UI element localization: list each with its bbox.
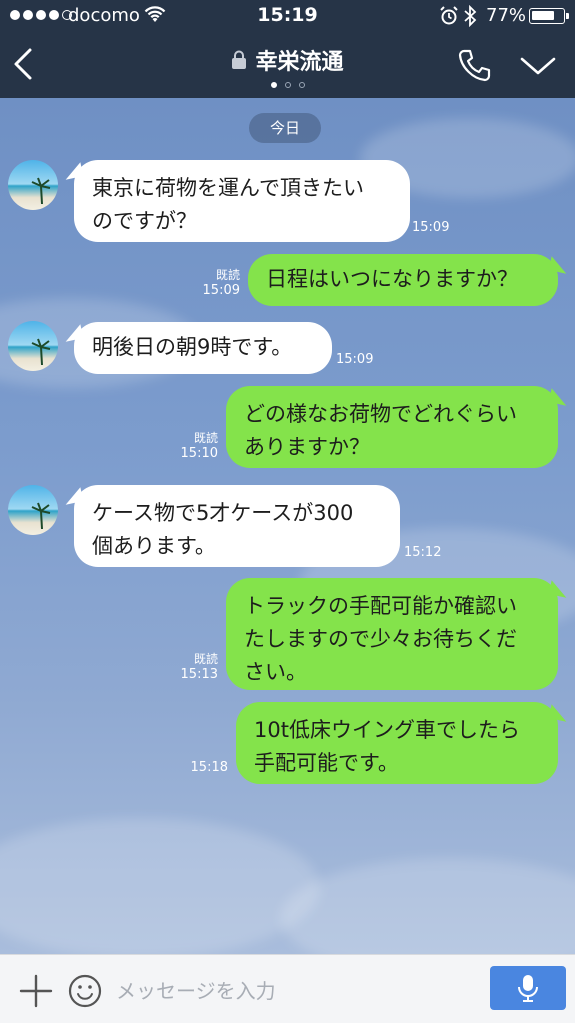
message-bubble-incoming[interactable]: 東京に荷物を運んで頂きたい のですが？: [74, 160, 410, 242]
message-meta: 15:12: [404, 545, 452, 561]
message-meta: 既読 15:10: [168, 430, 218, 462]
message-input-bar: [0, 954, 575, 1023]
avatar[interactable]: [8, 321, 58, 371]
smile-icon[interactable]: [67, 973, 103, 1009]
message-line: たしますので少々お待ちくだ: [244, 627, 517, 651]
message-line: 10t低床ウイング車でしたら: [254, 718, 520, 742]
message-meta: 15:09: [336, 352, 384, 368]
phone-icon[interactable]: [456, 46, 494, 84]
message-line: 東京に荷物を運んで頂きたい: [92, 176, 364, 200]
message-time: 15:09: [202, 283, 240, 298]
message-line: ケース物で5才ケースが300: [92, 501, 354, 525]
message-time: 15:12: [404, 545, 442, 560]
voice-input-button[interactable]: [490, 966, 566, 1010]
message-time: 15:09: [412, 220, 450, 235]
message-bubble-outgoing[interactable]: トラックの手配可能か確認い たしますので少々お待ちくだ さい。: [226, 578, 558, 690]
read-receipt: 既読: [215, 268, 240, 282]
bluetooth-icon: [464, 5, 477, 27]
alarm-icon: [440, 6, 458, 25]
message-line: どの様なお荷物でどれぐらい: [244, 402, 517, 426]
date-divider: 今日: [249, 113, 321, 143]
message-meta: 既読 15:09: [190, 267, 240, 299]
battery-icon: [529, 8, 569, 24]
message-line: ありますか？: [244, 435, 370, 459]
plus-icon[interactable]: [18, 973, 54, 1009]
mic-icon: [518, 975, 538, 1002]
lock-icon: [232, 50, 247, 69]
message-line: 個あります。: [92, 534, 216, 558]
message-time: 15:09: [336, 352, 374, 367]
message-bubble-outgoing[interactable]: 10t低床ウイング車でしたら 手配可能です。: [236, 702, 558, 784]
read-receipt: 既読: [193, 652, 218, 666]
message-time: 15:10: [180, 446, 218, 461]
page-title: 幸栄流通: [255, 50, 344, 75]
message-bubble-incoming[interactable]: 明後日の朝9時です。: [74, 322, 332, 374]
message-line: さい。: [244, 660, 307, 684]
avatar[interactable]: [8, 160, 58, 210]
message-line: 手配可能です。: [254, 751, 399, 775]
page-dot: [270, 82, 277, 88]
battery-percent: 77%: [486, 5, 527, 26]
message-meta: 既読 15:13: [168, 651, 218, 683]
status-bar: docomo 15:19 77%: [0, 0, 575, 32]
message-bubble-outgoing[interactable]: 日程はいつになりますか？: [248, 254, 558, 306]
message-line: トラックの手配可能か確認い: [244, 594, 517, 618]
page-dot: [298, 82, 305, 88]
chevron-down-icon[interactable]: [518, 52, 558, 80]
message-input[interactable]: [116, 973, 476, 1009]
message-time: 15:18: [190, 760, 228, 775]
message-meta: 15:09: [412, 220, 460, 236]
message-meta: 15:18: [178, 760, 228, 776]
message-time: 15:13: [180, 667, 218, 682]
page-dot: [284, 82, 291, 88]
message-line: のですが？: [92, 209, 197, 233]
app-header: docomo 15:19 77% 幸栄流通: [0, 0, 575, 98]
message-line: 日程はいつになりますか？: [266, 267, 518, 291]
message-bubble-outgoing[interactable]: どの様なお荷物でどれぐらい ありますか？: [226, 386, 558, 468]
message-line: 明後日の朝9時です。: [92, 335, 293, 359]
message-bubble-incoming[interactable]: ケース物で5才ケースが300 個あります。: [74, 485, 400, 567]
read-receipt: 既読: [193, 431, 218, 445]
avatar[interactable]: [8, 485, 58, 535]
